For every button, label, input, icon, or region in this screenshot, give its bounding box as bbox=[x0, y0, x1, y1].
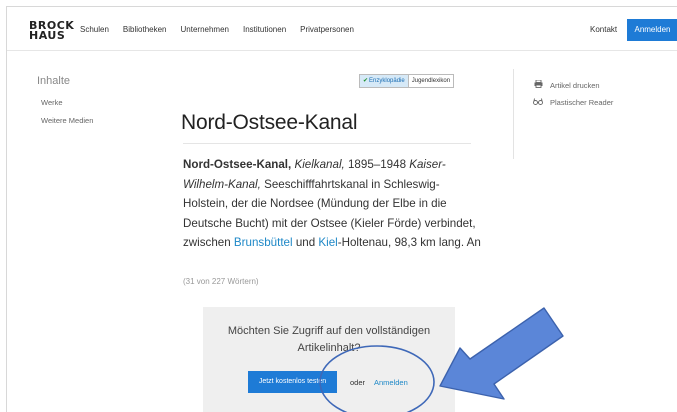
check-icon: ✔ bbox=[363, 78, 369, 84]
toc-title: Inhalte bbox=[37, 75, 71, 87]
link-kiel[interactable]: Kiel bbox=[318, 236, 337, 249]
page-frame: BROCK HAUS Schulen Bibliotheken Unterneh… bbox=[6, 6, 677, 412]
alt-name-1: Kielkanal, bbox=[294, 158, 345, 171]
article-title: Nord-Ostsee-Kanal bbox=[181, 111, 358, 134]
toc-item-werke[interactable]: Werke bbox=[41, 98, 63, 107]
login-button[interactable]: Anmelden bbox=[627, 19, 677, 41]
tab-jugendlexikon[interactable]: Jugendlexikon bbox=[409, 75, 453, 87]
paywall-box: Möchten Sie Zugriff auf den vollständige… bbox=[203, 307, 455, 412]
or-text: oder bbox=[350, 378, 366, 387]
logo-line-2: HAUS bbox=[29, 29, 66, 42]
print-article-button[interactable]: Artikel drucken bbox=[532, 79, 600, 90]
nav-bibliotheken[interactable]: Bibliotheken bbox=[123, 25, 167, 34]
brockhaus-logo[interactable]: BROCK HAUS bbox=[29, 20, 74, 42]
free-trial-button[interactable]: Jetzt kostenlos testen bbox=[248, 371, 337, 393]
plastic-reader-label: Plastischer Reader bbox=[550, 98, 614, 107]
body-text-2: und bbox=[295, 236, 316, 250]
link-brunsbuettel[interactable]: Brunsbüttel bbox=[234, 236, 293, 249]
site-header: BROCK HAUS Schulen Bibliotheken Unterneh… bbox=[7, 7, 677, 51]
title-divider bbox=[183, 143, 471, 144]
toc-item-weitere-medien[interactable]: Weitere Medien bbox=[41, 116, 93, 125]
article-body: Nord-Ostsee-Kanal, Kielkanal, 1895–1948 … bbox=[183, 155, 483, 253]
tab-enzyklopaedie-label: Enzyklopädie bbox=[369, 78, 405, 84]
main-nav: Schulen Bibliotheken Unternehmen Institu… bbox=[80, 25, 368, 34]
print-article-label: Artikel drucken bbox=[550, 80, 600, 90]
lexicon-tabs: ✔Enzyklopädie Jugendlexikon bbox=[359, 74, 455, 88]
years: 1895–1948 bbox=[347, 158, 407, 171]
paywall-question: Möchten Sie Zugriff auf den vollständige… bbox=[227, 325, 431, 354]
paywall-login-link[interactable]: Anmelden bbox=[374, 378, 408, 387]
plastic-reader-button[interactable]: Plastischer Reader bbox=[532, 98, 613, 107]
tab-enzyklopaedie[interactable]: ✔Enzyklopädie bbox=[360, 75, 409, 87]
glasses-icon bbox=[532, 98, 544, 107]
nav-privatpersonen[interactable]: Privatpersonen bbox=[300, 25, 354, 34]
body-text-3: -Holtenau, 98,3 km lang. An bbox=[337, 236, 481, 250]
tools-divider bbox=[513, 69, 514, 159]
nav-schulen[interactable]: Schulen bbox=[80, 25, 109, 34]
printer-icon bbox=[532, 79, 544, 90]
word-count: (31 von 227 Wörtern) bbox=[183, 277, 259, 286]
nav-institutionen[interactable]: Institutionen bbox=[243, 25, 286, 34]
lead-term: Nord-Ostsee-Kanal, bbox=[183, 158, 292, 171]
nav-unternehmen[interactable]: Unternehmen bbox=[181, 25, 229, 34]
contact-link[interactable]: Kontakt bbox=[590, 25, 617, 34]
